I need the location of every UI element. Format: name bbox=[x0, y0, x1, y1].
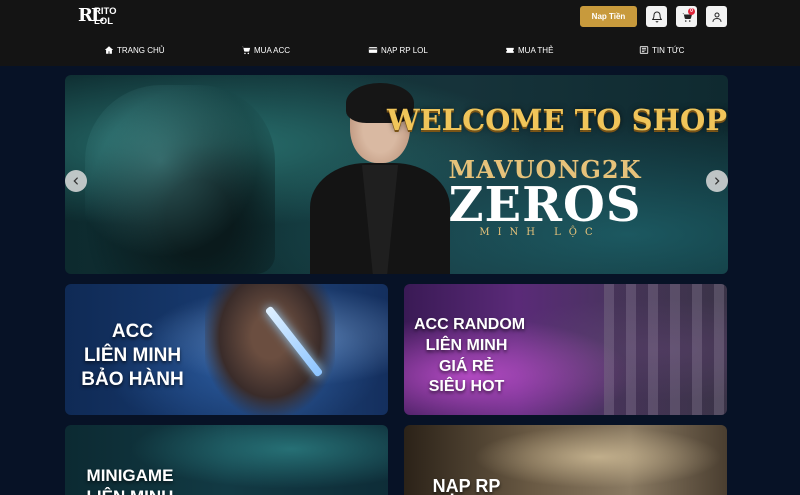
card-artwork bbox=[604, 284, 727, 415]
champion-artwork bbox=[85, 85, 275, 274]
chevron-left-icon bbox=[73, 177, 78, 185]
card-label-line: GIÁ RẺ bbox=[438, 357, 495, 375]
card-label-line: LIÊN MINH bbox=[80, 486, 180, 495]
logo-text: RITO LOL bbox=[94, 6, 117, 27]
card-label-line: MINIGAME bbox=[86, 466, 174, 485]
card-label-line: ACC RANDOM bbox=[414, 316, 526, 333]
cart-icon bbox=[242, 46, 251, 55]
account-button[interactable] bbox=[706, 6, 727, 27]
nav-item-buy-card[interactable]: MUA THẺ bbox=[505, 44, 553, 56]
hero-title: ZEROS bbox=[448, 177, 642, 233]
top-bar: RL RITO LOL Nap Tiền 0 bbox=[0, 0, 800, 34]
cart-button[interactable]: 0 bbox=[676, 6, 697, 27]
nav-item-home[interactable]: TRANG CHỦ bbox=[104, 44, 165, 56]
card-label-line: LIÊN MINH bbox=[425, 336, 508, 354]
card-artwork bbox=[205, 284, 335, 415]
carousel-prev-button[interactable] bbox=[65, 170, 87, 192]
nav-item-label: TIN TỨC bbox=[652, 45, 685, 55]
card-label-line: BẢO HÀNH bbox=[81, 368, 184, 390]
card-label: ACC RANDOM LIÊN MINH GIÁ RẺ SIÊU HOT bbox=[414, 315, 526, 398]
card-label-line: SIÊU HOT bbox=[428, 378, 505, 396]
card-icon bbox=[368, 47, 378, 53]
news-icon bbox=[639, 46, 649, 54]
card-label-line: ACC bbox=[111, 321, 154, 342]
nav-item-label: MUA THẺ bbox=[518, 45, 554, 55]
ticket-icon bbox=[506, 47, 514, 53]
cart-count-badge: 0 bbox=[688, 8, 695, 15]
hero-welcome-text: WELCOME TO SHOPRITO bbox=[387, 103, 728, 137]
bell-icon bbox=[651, 11, 662, 22]
nav-item-news[interactable]: TIN TỨC bbox=[639, 44, 684, 56]
carousel-next-button[interactable] bbox=[706, 170, 728, 192]
nav-item-label: MUA ACC bbox=[254, 45, 291, 55]
site-logo[interactable]: RL RITO LOL bbox=[78, 6, 128, 28]
card-label: MINIGAME LIÊN MINH bbox=[80, 465, 180, 495]
nav-item-label: NẠP RP LOL bbox=[381, 45, 428, 55]
user-icon bbox=[712, 12, 721, 22]
hero-tagline: MINH LỘC bbox=[479, 227, 601, 238]
card-label-line: LIÊN MINH bbox=[83, 344, 182, 366]
card-label: NẠP RP bbox=[419, 475, 514, 495]
category-card-nap-rp[interactable]: NẠP RP bbox=[404, 425, 727, 495]
home-icon bbox=[104, 46, 114, 54]
main-nav: TRANG CHỦ MUA ACC NẠP RP LOL MUA THẺ TIN… bbox=[0, 34, 800, 66]
nav-item-label: TRANG CHỦ bbox=[117, 45, 165, 55]
card-label-line: NẠP RP bbox=[432, 476, 501, 495]
nap-tien-button[interactable]: Nap Tiền bbox=[580, 6, 637, 27]
notification-button[interactable] bbox=[646, 6, 667, 27]
category-card-acc-bao-hanh[interactable]: ACC LIÊN MINH BẢO HÀNH bbox=[65, 284, 388, 415]
hero-banner[interactable]: WELCOME TO SHOPRITO MAVUONG2K ZEROS MINH… bbox=[65, 75, 728, 274]
category-card-acc-random[interactable]: ACC RANDOM LIÊN MINH GIÁ RẺ SIÊU HOT bbox=[404, 284, 727, 415]
category-card-minigame[interactable]: MINIGAME LIÊN MINH bbox=[65, 425, 388, 495]
card-label: ACC LIÊN MINH BẢO HÀNH bbox=[75, 320, 190, 391]
nav-item-topup-rp[interactable]: NẠP RP LOL bbox=[368, 44, 428, 56]
nav-item-buy-account[interactable]: MUA ACC bbox=[241, 44, 290, 56]
chevron-right-icon bbox=[715, 177, 720, 185]
